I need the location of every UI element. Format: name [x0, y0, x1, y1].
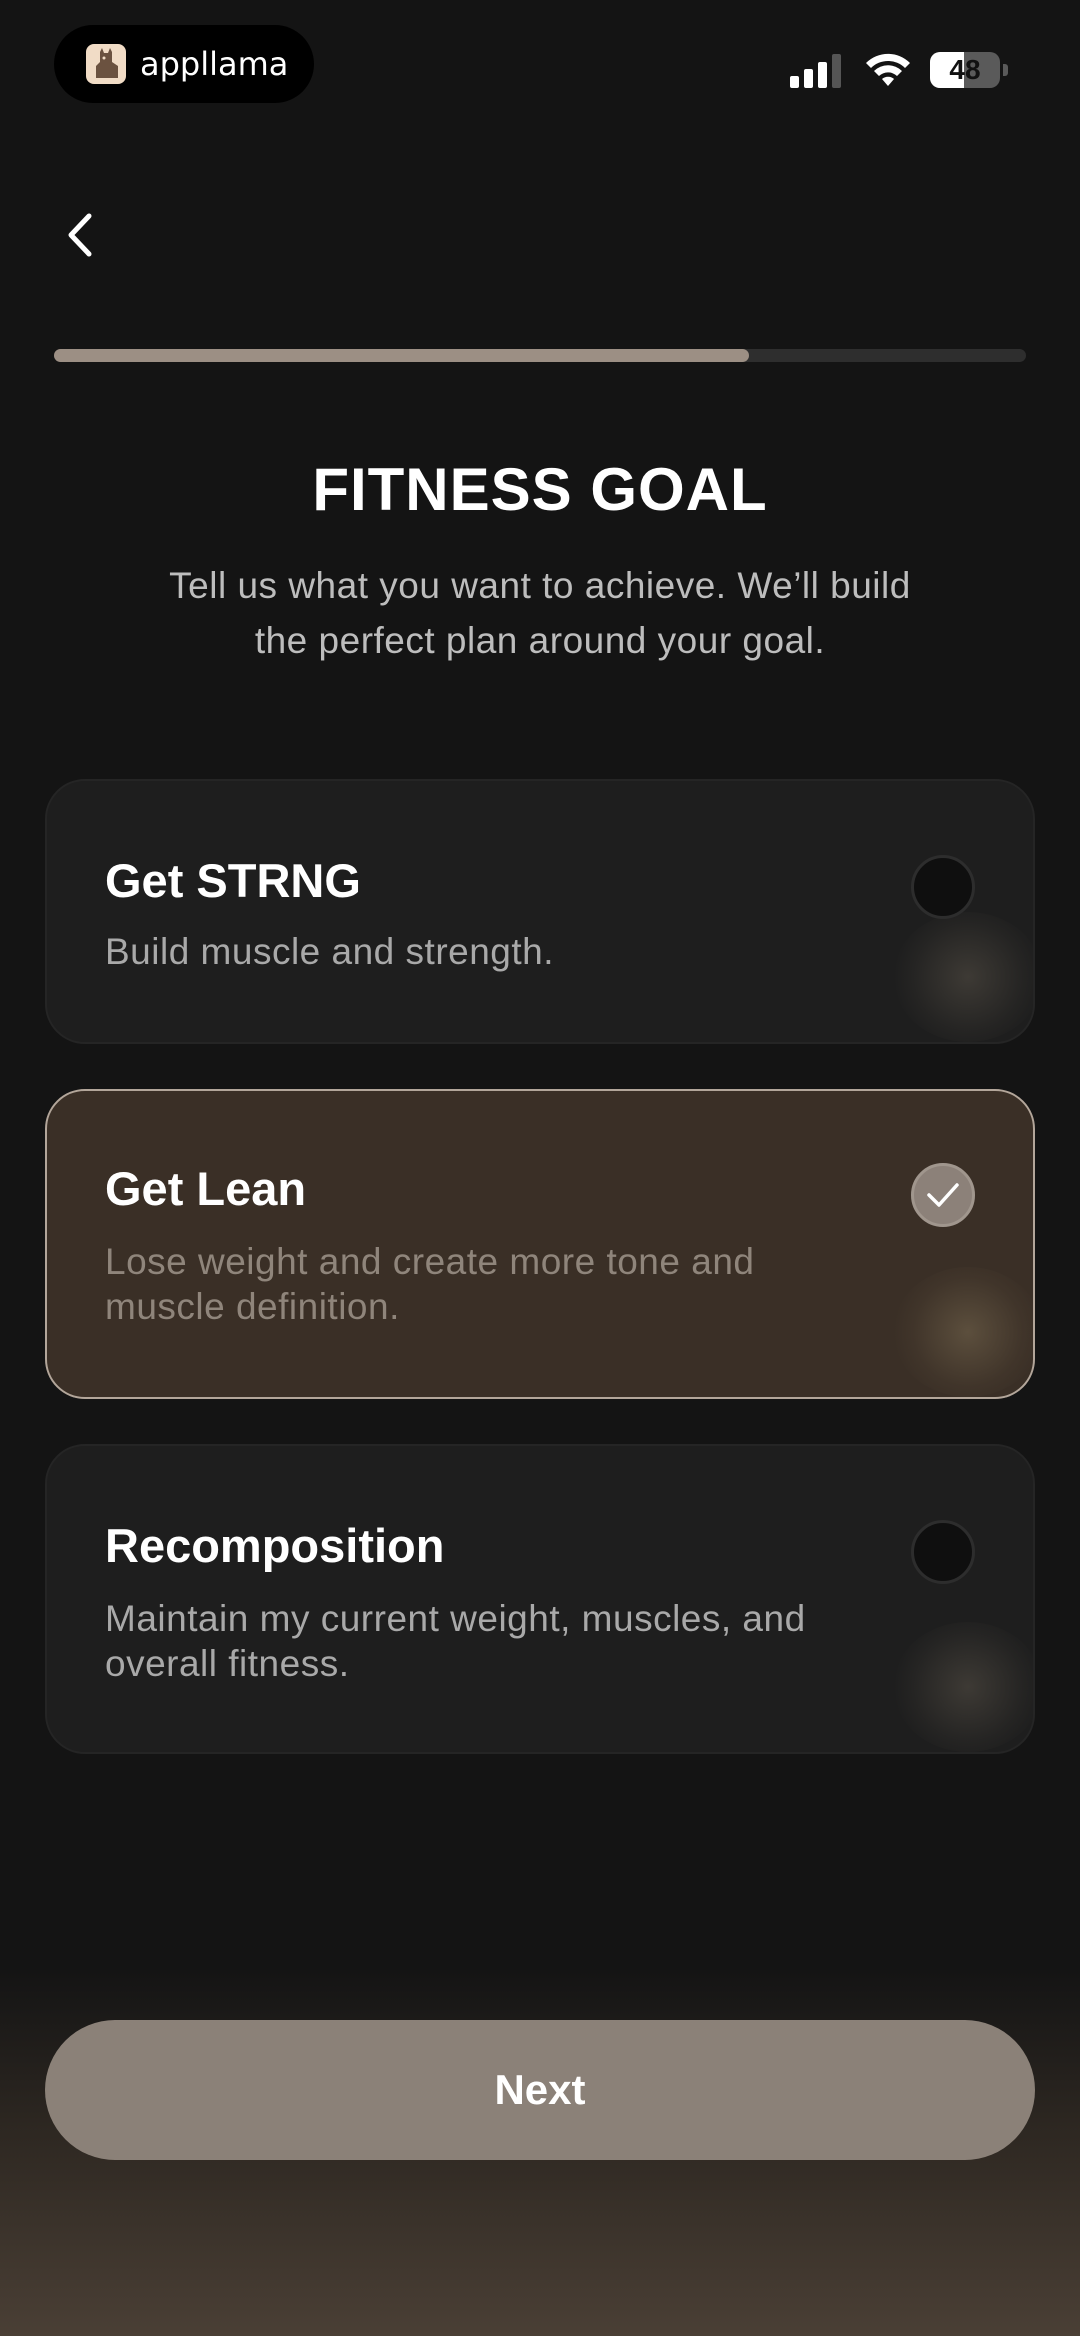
option-description: Maintain my current weight, muscles, and…: [105, 1598, 806, 1684]
checkmark-icon: [927, 1183, 959, 1207]
page-subtitle: Tell us what you want to achieve. We’ll …: [169, 565, 911, 661]
page-title: FITNESS GOAL: [312, 456, 768, 523]
radio-button[interactable]: [911, 1163, 975, 1227]
option-title: Get STRNG: [105, 854, 361, 907]
brand-pill: appllama: [54, 25, 314, 103]
goal-option-get-strng[interactable]: Get STRNG Build muscle and strength.: [45, 779, 1035, 1044]
goal-option-recomposition[interactable]: Recomposition Maintain my current weight…: [45, 1444, 1035, 1754]
option-title: Recomposition: [105, 1519, 445, 1572]
goal-option-get-lean[interactable]: Get Lean Lose weight and create more ton…: [45, 1089, 1035, 1399]
radio-button[interactable]: [911, 855, 975, 919]
progress-fill: [54, 349, 749, 362]
option-description: Lose weight and create more tone and mus…: [105, 1241, 755, 1327]
battery-icon: 48: [930, 52, 1000, 88]
option-description: Build muscle and strength.: [105, 931, 555, 972]
next-button[interactable]: Next: [45, 2020, 1035, 2160]
battery-level: 48: [949, 54, 981, 85]
cellular-signal-icon: [790, 54, 841, 88]
radio-button[interactable]: [911, 1520, 975, 1584]
battery-nub: [1003, 64, 1008, 76]
progress-bar: [54, 349, 1026, 362]
back-button[interactable]: [50, 200, 110, 270]
card-glow: [893, 912, 1033, 1042]
llama-icon: [86, 44, 126, 84]
option-title: Get Lean: [105, 1162, 307, 1215]
brand-name: appllama: [140, 45, 289, 83]
wifi-icon: [866, 53, 910, 86]
card-glow: [893, 1622, 1033, 1752]
card-glow: [893, 1267, 1033, 1397]
status-bar: appllama 48: [0, 0, 1080, 130]
chevron-left-icon: [68, 213, 92, 257]
